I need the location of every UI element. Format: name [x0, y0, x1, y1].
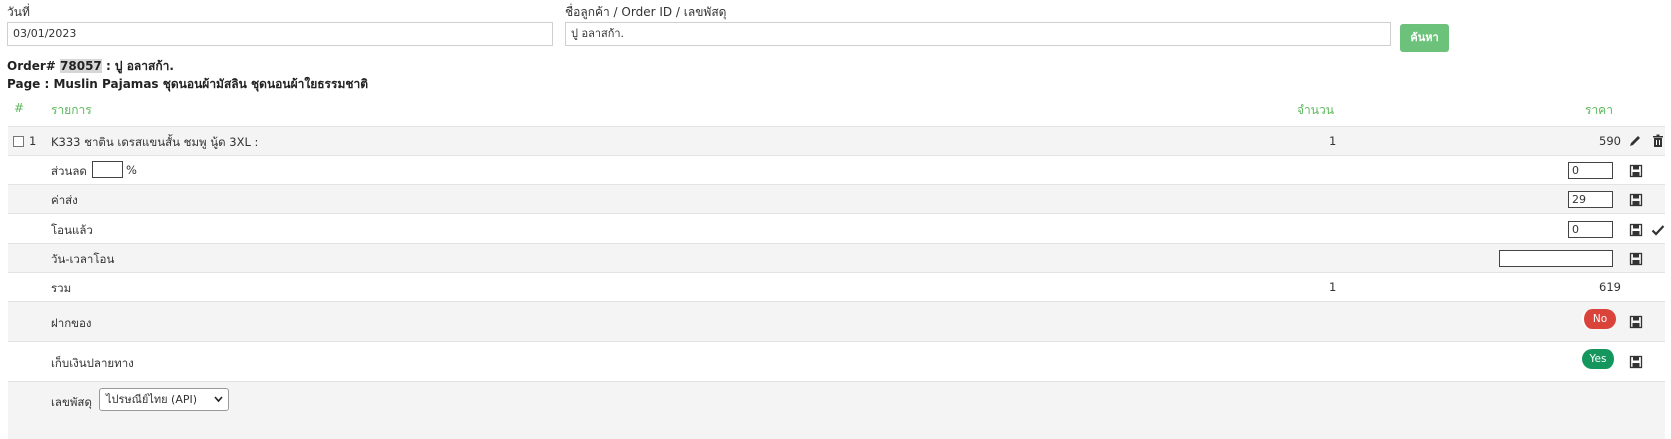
col-qty-header: จำนวน — [1297, 103, 1334, 117]
delete-trash-icon[interactable] — [1651, 134, 1665, 148]
save-floppy-icon[interactable] — [1629, 315, 1643, 329]
total-label: รวม — [51, 281, 72, 295]
search-button[interactable]: ค้นหา — [1400, 24, 1449, 52]
save-floppy-icon[interactable] — [1629, 223, 1643, 237]
total-price: 619 — [1599, 280, 1621, 294]
carrier-select[interactable]: ไปรษณีย์ไทย (API) — [99, 388, 229, 411]
col-num-header: # — [14, 101, 25, 115]
transferred-input[interactable]: 0 — [1568, 221, 1613, 238]
tracking-row: เลขพัสดุ ไปรษณีย์ไทย (API) — [8, 381, 1665, 439]
customer-search-label: ชื่อลูกค้า / Order ID / เลขพัสดุ — [565, 5, 727, 19]
col-price-header: ราคา — [1585, 103, 1613, 117]
save-floppy-icon[interactable] — [1629, 193, 1643, 207]
percent-sign: % — [126, 163, 137, 177]
item-price: 590 — [1599, 134, 1621, 148]
deposit-toggle[interactable]: No — [1582, 309, 1616, 329]
save-floppy-icon[interactable] — [1629, 164, 1643, 178]
deposit-label: ฝากของ — [51, 316, 92, 330]
shipping-input[interactable]: 29 — [1568, 191, 1613, 208]
transfer-time-label: วัน-เวลาโอน — [51, 252, 115, 266]
item-name: K333 ชาติน เดรสแขนสั้น ชมพู นู้ด 3XL : — [51, 135, 259, 149]
order-prefix: Order# — [7, 59, 56, 73]
customer-search-input[interactable]: ปู อลาสก้า. — [565, 22, 1391, 46]
discount-label: ส่วนลด — [51, 164, 87, 178]
discount-percent-input[interactable] — [92, 161, 123, 178]
edit-pencil-icon[interactable] — [1628, 134, 1642, 148]
discount-amount-input[interactable]: 0 — [1568, 162, 1613, 179]
discount-row: ส่วนลด % 0 — [8, 155, 1665, 185]
deposit-row: ฝากของ No — [8, 301, 1665, 342]
date-input[interactable]: 03/01/2023 — [7, 22, 553, 46]
transferred-row: โอนแล้ว 0 — [8, 213, 1665, 244]
total-row: รวม 1 619 — [8, 272, 1665, 302]
transfer-time-input[interactable] — [1499, 250, 1613, 267]
cod-row: เก็บเงินปลายทาง Yes — [8, 341, 1665, 382]
transferred-label: โอนแล้ว — [51, 223, 93, 237]
save-floppy-icon[interactable] — [1629, 355, 1643, 369]
save-floppy-icon[interactable] — [1629, 252, 1643, 266]
carrier-select-value: ไปรษณีย์ไทย (API) — [106, 393, 198, 406]
total-qty: 1 — [1329, 280, 1337, 294]
order-page-line: Page : Muslin Pajamas ชุดนอนผ้ามัสลิน ชุ… — [7, 77, 369, 91]
chevron-down-icon — [214, 396, 223, 403]
transfer-time-row: วัน-เวลาโอน — [8, 243, 1665, 273]
col-item-header: รายการ — [51, 103, 92, 117]
order-id: 78057 — [60, 59, 102, 73]
item-checkbox[interactable] — [13, 136, 24, 147]
order-heading: Order# 78057 : ปู อลาสก้า. — [7, 57, 174, 76]
shipping-label: ค่าส่ง — [51, 193, 78, 207]
checkmark-icon[interactable] — [1651, 223, 1665, 237]
table-row: 1 K333 ชาติน เดรสแขนสั้น ชมพู นู้ด 3XL :… — [8, 126, 1665, 156]
item-qty: 1 — [1329, 134, 1337, 148]
item-number: 1 — [29, 134, 37, 148]
order-customer: : ปู อลาสก้า. — [105, 59, 174, 73]
cod-label: เก็บเงินปลายทาง — [51, 356, 134, 370]
shipping-row: ค่าส่ง 29 — [8, 184, 1665, 214]
cod-toggle[interactable]: Yes — [1582, 349, 1616, 369]
date-label: วันที่ — [7, 5, 30, 19]
tracking-label: เลขพัสดุ — [51, 395, 92, 409]
